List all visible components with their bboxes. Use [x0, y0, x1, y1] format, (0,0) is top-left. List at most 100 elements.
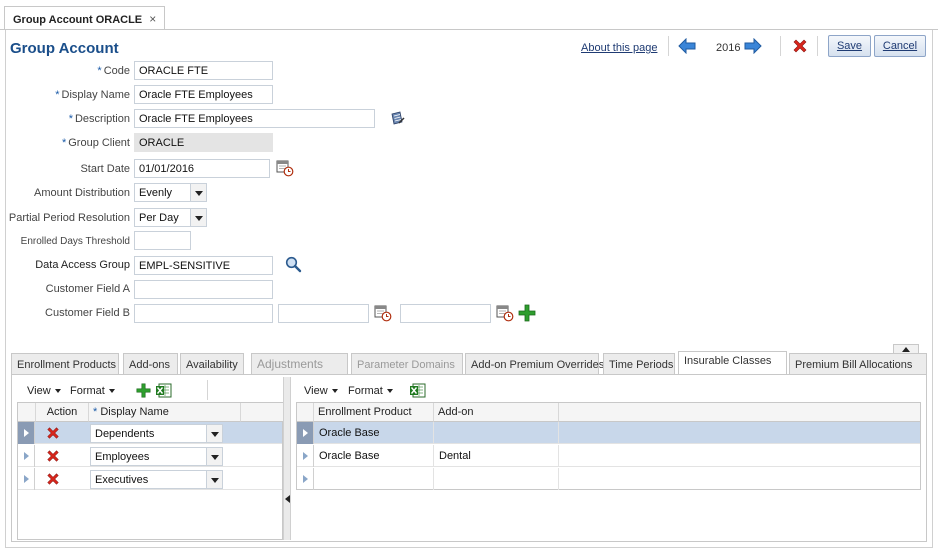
start-date-label: Start Date [80, 163, 130, 175]
chevron-down-icon [331, 389, 338, 394]
add-icon[interactable] [518, 304, 536, 322]
chevron-down-icon [386, 389, 393, 394]
code-input[interactable]: ORACLE FTE [134, 61, 273, 80]
insurable-classes-table: Action * Display Name Dependents Employe… [17, 402, 284, 540]
chevron-down-icon [190, 209, 206, 226]
view-menu[interactable]: View [27, 385, 61, 397]
customer-field-b-date-to-input[interactable] [400, 304, 491, 323]
table-row[interactable] [297, 468, 920, 490]
display-name-select[interactable]: Dependents [90, 424, 223, 443]
tab-parameter-domains: Parameter Domains [351, 353, 463, 375]
document-tab-title: Group Account ORACLE [13, 14, 143, 26]
table-row[interactable]: Oracle Base [297, 422, 920, 444]
column-header-action: Action [36, 403, 89, 422]
code-label: * Code [97, 65, 130, 77]
close-icon[interactable]: × [149, 12, 156, 26]
format-menu[interactable]: Format [348, 385, 393, 397]
add-icon[interactable] [136, 383, 151, 398]
chevron-down-icon [206, 448, 222, 465]
display-name-label: * Display Name [55, 89, 130, 101]
column-header-filler [241, 403, 284, 422]
customer-field-a-input[interactable] [134, 280, 273, 299]
tab-insurable-classes[interactable]: Insurable Classes [678, 351, 787, 375]
tab-time-periods[interactable]: Time Periods [603, 353, 675, 375]
table-row[interactable]: Oracle Base Dental [297, 445, 920, 467]
row-selector[interactable] [18, 422, 35, 444]
display-name-input[interactable]: Oracle FTE Employees [134, 85, 273, 104]
next-arrow-icon[interactable] [744, 38, 762, 54]
amount-distribution-label: Amount Distribution [34, 187, 130, 199]
description-label: * Description [68, 113, 130, 125]
tab-enrollment-products[interactable]: Enrollment Products [11, 353, 119, 375]
display-name-select[interactable]: Executives [90, 470, 223, 489]
search-icon[interactable] [285, 256, 302, 273]
column-header-filler [559, 403, 920, 422]
row-selector[interactable] [297, 468, 314, 490]
display-name-select[interactable]: Employees [90, 447, 223, 466]
add-on-cell [434, 422, 559, 444]
calendar-icon[interactable] [276, 159, 294, 177]
tab-adjustments: Adjustments [251, 353, 348, 375]
row-selector[interactable] [18, 468, 35, 490]
export-excel-icon[interactable] [410, 383, 426, 398]
tab-premium-bill-allocations[interactable]: Premium Bill Allocations [789, 353, 927, 375]
format-menu[interactable]: Format [70, 385, 115, 397]
edit-notes-icon[interactable] [389, 110, 405, 126]
panel-splitter[interactable] [283, 377, 291, 540]
customer-field-b-date-from-input[interactable] [278, 304, 369, 323]
enrollment-products-table: Enrollment Product Add-on Oracle Base Or… [296, 402, 921, 490]
document-tab[interactable]: Group Account ORACLE × [4, 6, 166, 30]
column-header-add-on: Add-on [434, 403, 559, 422]
group-client-input: ORACLE [134, 133, 273, 152]
year-label: 2016 [716, 42, 741, 54]
customer-field-b-input[interactable] [134, 304, 273, 323]
amount-distribution-select[interactable]: Evenly [134, 183, 207, 202]
row-header-column [297, 403, 314, 422]
data-access-group-input[interactable]: EMPL-SENSITIVE [134, 256, 273, 275]
tab-availability[interactable]: Availability [180, 353, 244, 375]
about-this-page-link[interactable]: About this page [581, 42, 657, 54]
chevron-down-icon [206, 471, 222, 488]
row-delete-icon[interactable] [46, 472, 60, 486]
toolbar-separator [207, 380, 208, 400]
start-date-input[interactable]: 01/01/2016 [134, 159, 270, 178]
description-input[interactable]: Oracle FTE Employees [134, 109, 375, 128]
partial-period-resolution-label: Partial Period Resolution [8, 212, 130, 224]
add-on-cell: Dental [434, 445, 559, 467]
chevron-down-icon [108, 389, 115, 394]
cancel-button[interactable]: Cancel [874, 35, 926, 57]
add-on-cell [434, 468, 559, 490]
row-delete-icon[interactable] [46, 426, 60, 440]
save-button[interactable]: Save [828, 35, 871, 57]
page-title: Group Account [10, 40, 119, 57]
toolbar-separator [817, 36, 818, 56]
calendar-icon[interactable] [496, 304, 514, 322]
chevron-down-icon [54, 389, 61, 394]
column-header-display-name: * Display Name [89, 403, 241, 422]
export-excel-icon[interactable] [156, 383, 172, 398]
chevron-down-icon [206, 425, 222, 442]
calendar-icon[interactable] [374, 304, 392, 322]
column-header-enrollment-product: Enrollment Product [314, 403, 434, 422]
data-access-group-label: Data Access Group [35, 259, 130, 271]
delete-icon[interactable] [792, 38, 808, 54]
enrolled-days-threshold-input[interactable] [134, 231, 191, 250]
enrollment-product-cell [314, 468, 434, 490]
group-client-label: * Group Client [61, 137, 130, 149]
partial-period-resolution-select[interactable]: Per Day [134, 208, 207, 227]
chevron-down-icon [190, 184, 206, 201]
customer-field-b-label: Customer Field B [45, 307, 130, 319]
document-tabstrip: Group Account ORACLE × [0, 0, 938, 30]
row-selector[interactable] [18, 445, 35, 467]
tab-add-on-premium-overrides[interactable]: Add-on Premium Overrides [465, 353, 604, 375]
view-menu[interactable]: View [304, 385, 338, 397]
tab-add-ons[interactable]: Add-ons [123, 353, 178, 375]
row-selector[interactable] [297, 445, 314, 467]
table-row[interactable]: Dependents [18, 422, 282, 444]
row-delete-icon[interactable] [46, 449, 60, 463]
prev-arrow-icon[interactable] [678, 38, 696, 54]
row-selector[interactable] [297, 422, 314, 444]
table-row[interactable]: Employees [18, 445, 282, 467]
table-row[interactable]: Executives [18, 468, 282, 490]
row-header-column [18, 403, 36, 422]
